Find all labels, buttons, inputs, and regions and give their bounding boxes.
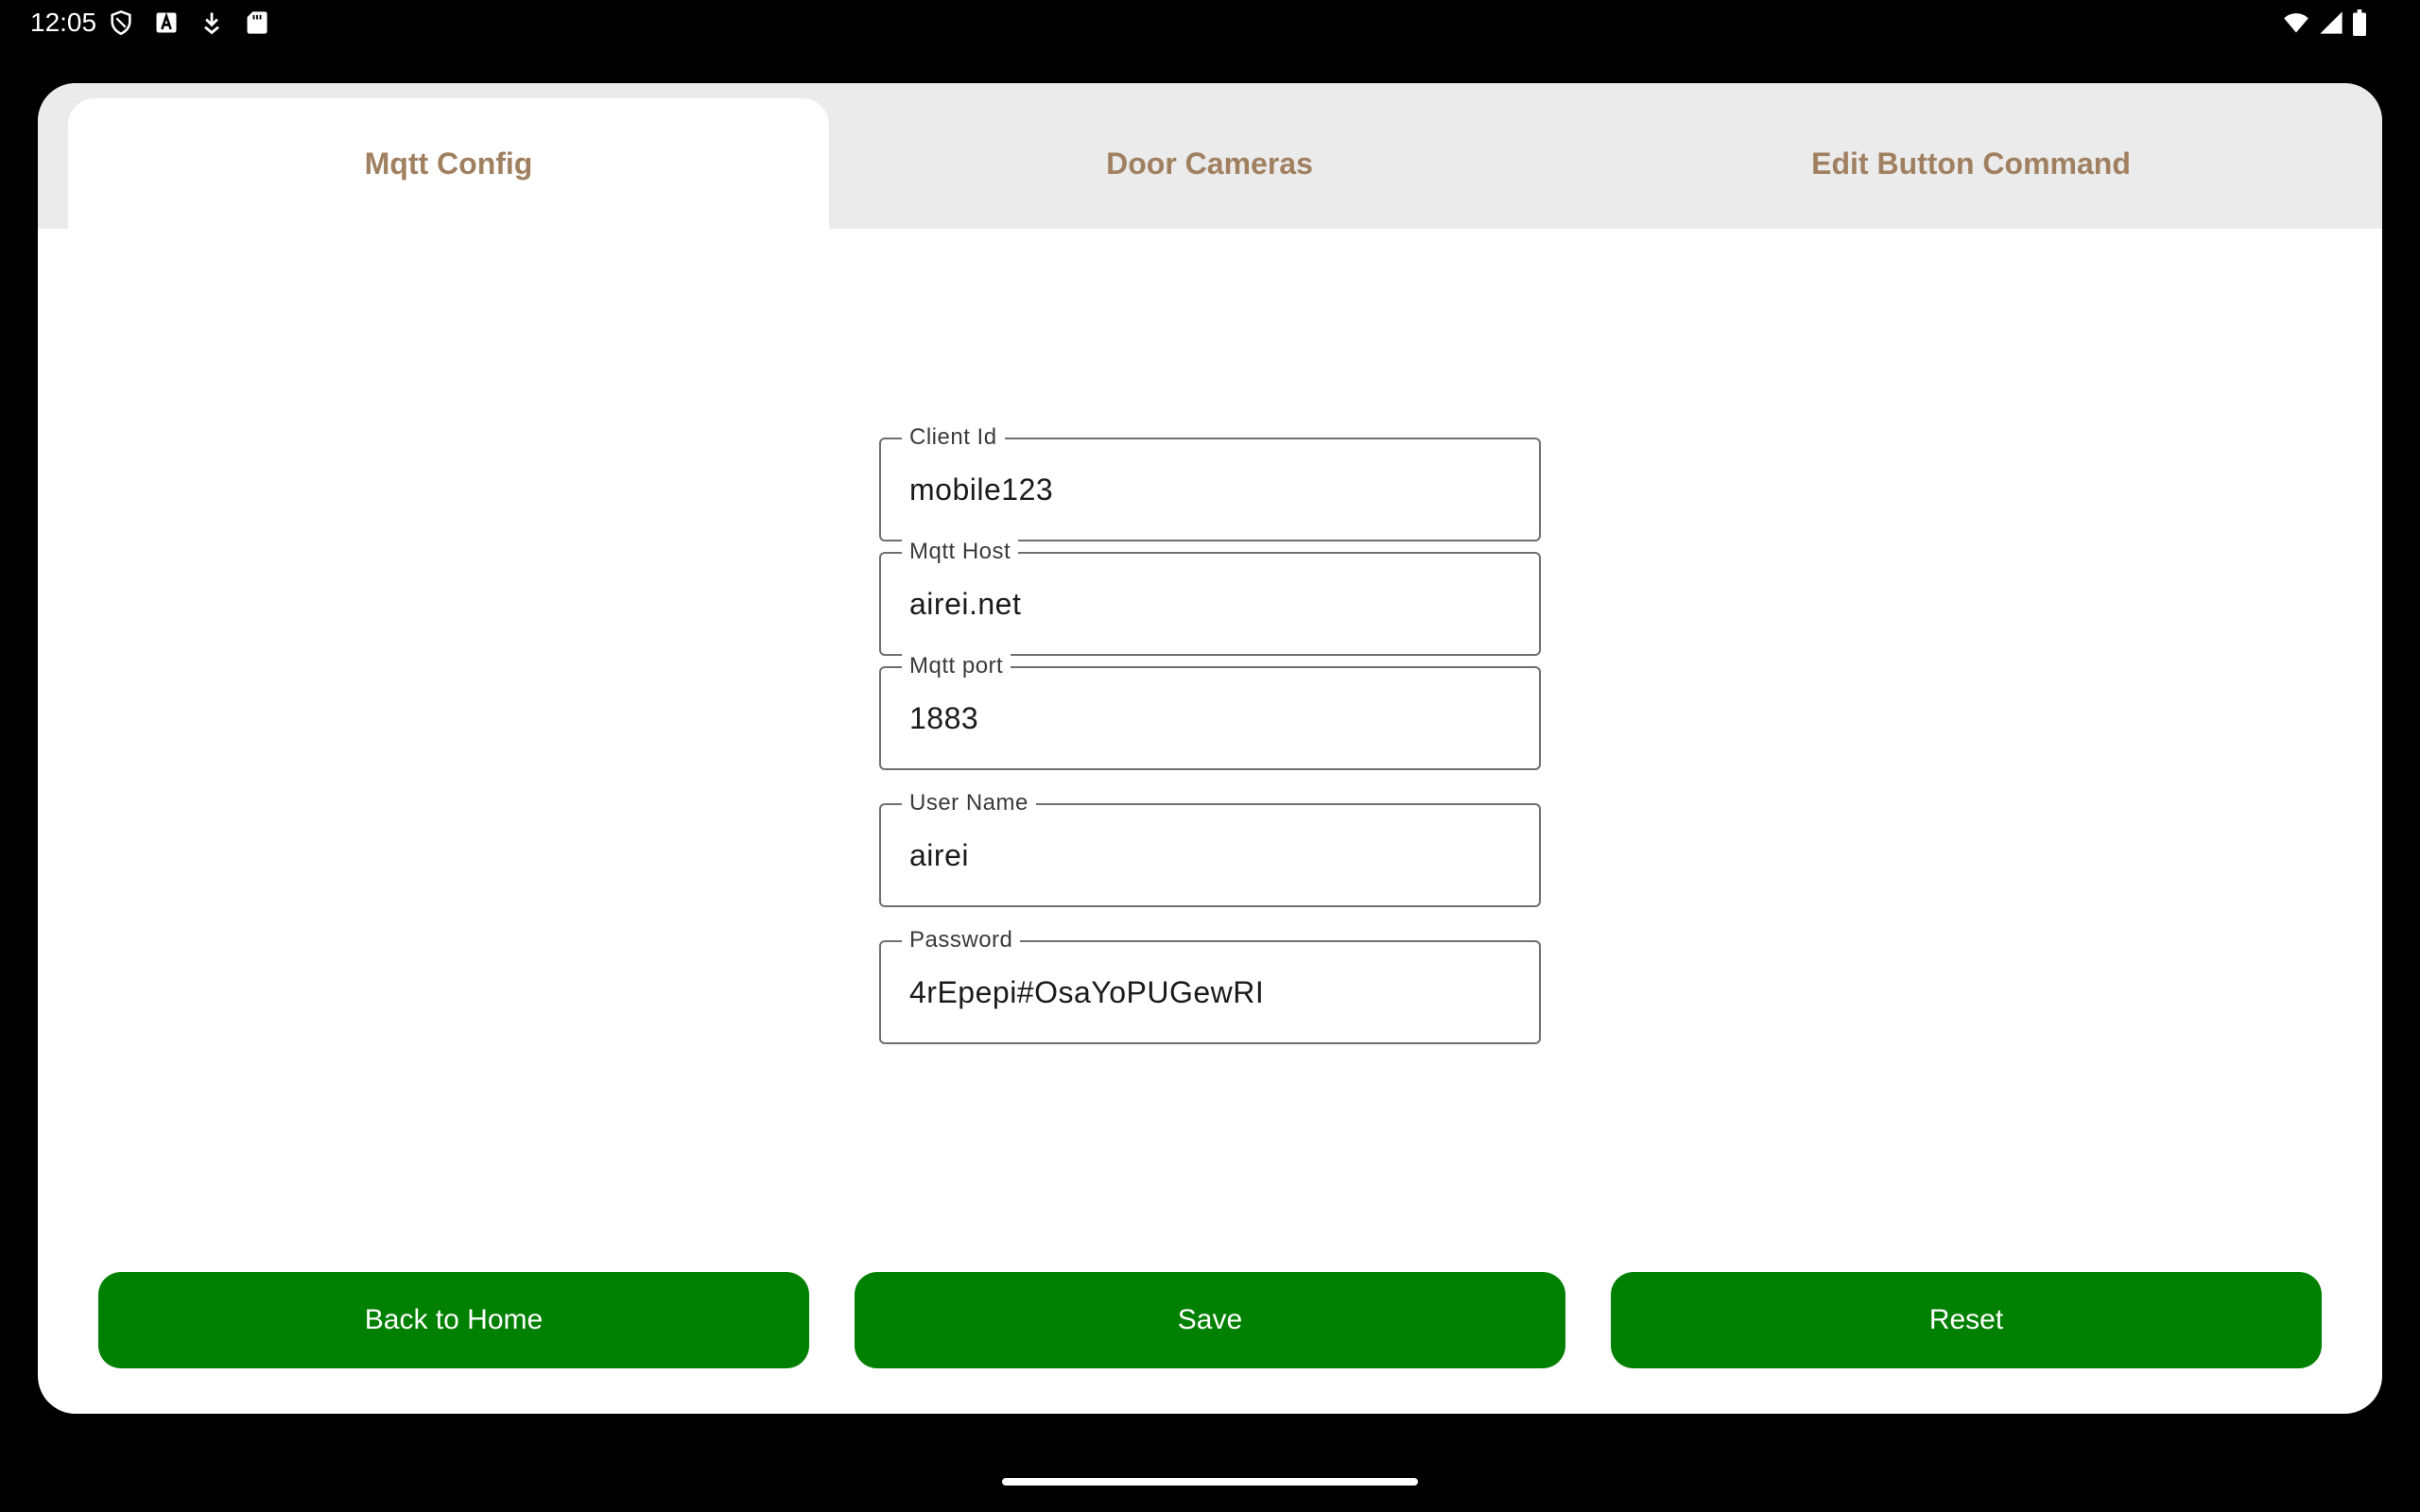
client-id-label: Client Id: [902, 421, 1005, 454]
status-time: 12:05: [30, 8, 97, 37]
password-label: Password: [902, 924, 1021, 956]
save-button[interactable]: Save: [855, 1272, 1565, 1368]
mqtt-port-input[interactable]: [909, 695, 1514, 742]
tab-mqtt-config[interactable]: Mqtt Config: [68, 98, 829, 229]
cellular-signal-icon: [2318, 9, 2344, 36]
status-bar: 12:05: [0, 0, 2420, 45]
user-name-label: User Name: [902, 787, 1036, 819]
mqtt-host-input[interactable]: [909, 580, 1514, 627]
sd-card-icon: [244, 9, 270, 36]
mqtt-port-field: Mqtt port: [879, 650, 1541, 770]
font-a-icon: [153, 9, 180, 36]
tab-door-cameras[interactable]: Door Cameras: [829, 98, 1590, 229]
gesture-handle[interactable]: [1002, 1478, 1418, 1486]
battery-icon: [2350, 9, 2369, 36]
client-id-input[interactable]: [909, 466, 1514, 513]
reset-button[interactable]: Reset: [1611, 1272, 2322, 1368]
shield-icon: [108, 9, 134, 36]
client-id-field: Client Id: [879, 421, 1541, 541]
password-input[interactable]: [909, 969, 1514, 1016]
user-name-input[interactable]: [909, 832, 1514, 879]
back-to-home-button[interactable]: Back to Home: [98, 1272, 809, 1368]
mqtt-host-label: Mqtt Host: [902, 536, 1019, 568]
password-field: Password: [879, 924, 1541, 1044]
tab-bar: Mqtt Config Door Cameras Edit Button Com…: [38, 83, 2382, 229]
mqtt-host-field: Mqtt Host: [879, 536, 1541, 656]
download-icon: [199, 9, 225, 36]
wifi-icon: [2280, 9, 2312, 36]
mqtt-port-label: Mqtt port: [902, 650, 1011, 682]
tab-edit-button-command[interactable]: Edit Button Command: [1590, 98, 2352, 229]
settings-card: Mqtt Config Door Cameras Edit Button Com…: [38, 83, 2382, 1414]
user-name-field: User Name: [879, 787, 1541, 907]
